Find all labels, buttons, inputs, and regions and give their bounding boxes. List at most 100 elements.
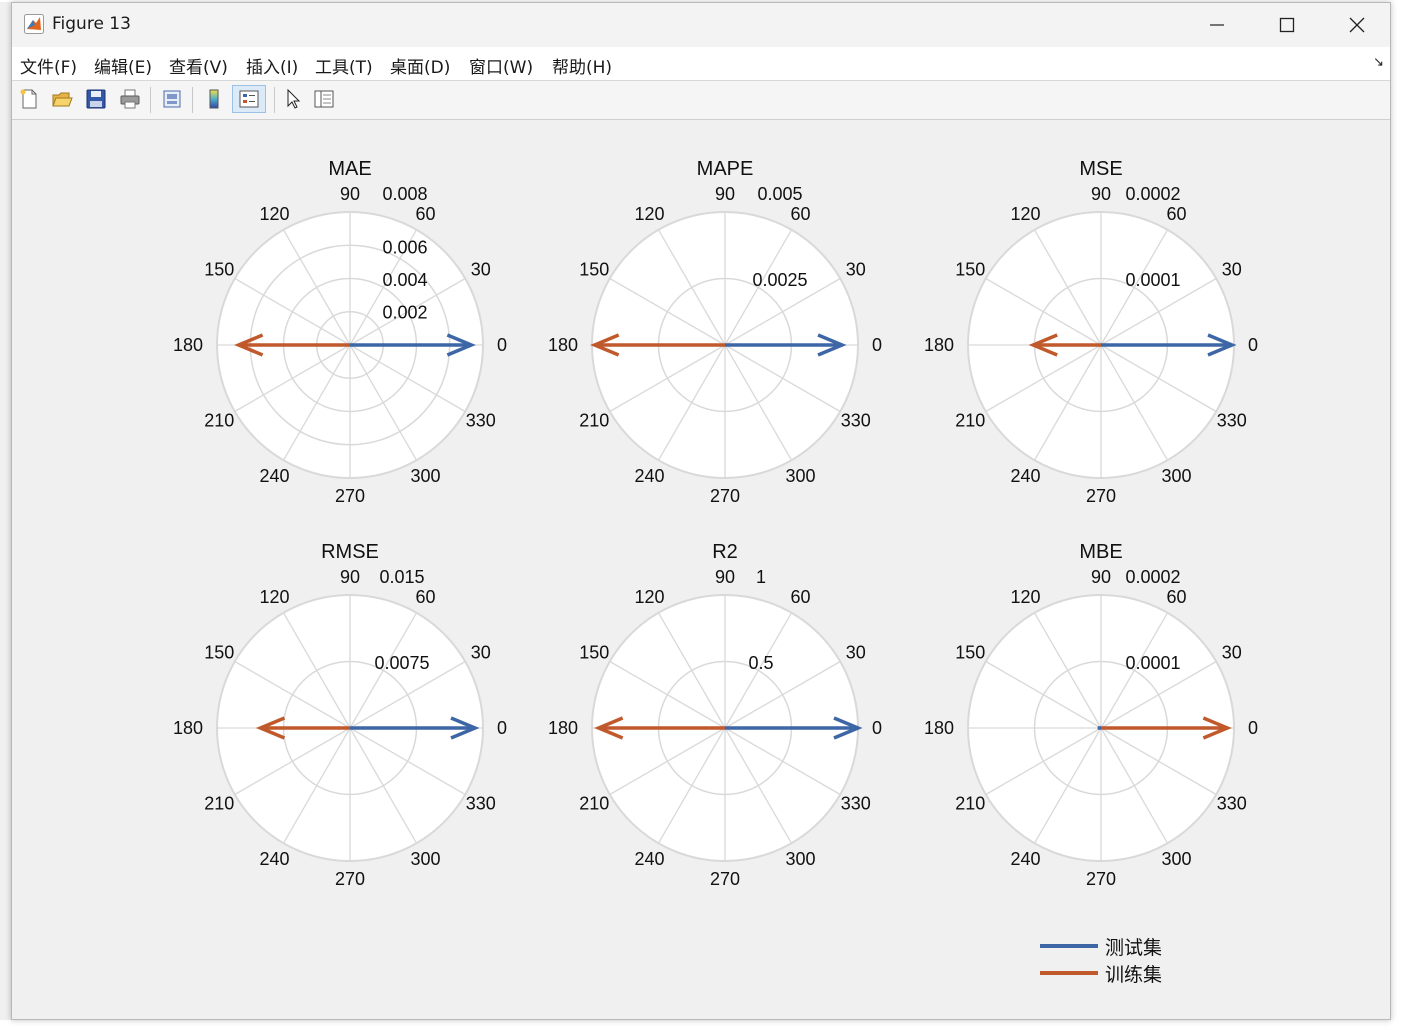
- radial-tick-label: 1: [756, 567, 766, 587]
- angle-tick-label: 0: [497, 718, 507, 738]
- radial-tick-label: 0.0075: [374, 653, 429, 673]
- radial-tick-label: 0.002: [382, 302, 427, 322]
- radial-tick-label: 0.004: [382, 270, 427, 290]
- open-file-icon: [52, 92, 73, 107]
- angle-tick-label: 210: [955, 411, 985, 431]
- angle-tick-label: 120: [259, 204, 289, 224]
- open-button[interactable]: [48, 85, 76, 113]
- angle-tick-label: 90: [715, 184, 735, 204]
- colorbar-icon: [209, 89, 219, 109]
- edit-plot-button[interactable]: [279, 85, 307, 113]
- angle-tick-label: 300: [785, 849, 815, 869]
- angle-tick-label: 270: [335, 869, 365, 889]
- legend: 测试集训练集: [1040, 937, 1162, 986]
- legend-icon: [239, 90, 259, 108]
- angle-tick-label: 270: [1086, 486, 1116, 506]
- angle-tick-label: 210: [955, 794, 985, 814]
- angle-tick-label: 330: [1217, 411, 1247, 431]
- angle-tick-label: 30: [471, 260, 491, 280]
- polar-plot-mbe: 0 30 60 90 120 150 180 210 240 270 300 330 0.0001 0.0…: [924, 541, 1258, 889]
- angle-tick-label: 0: [1248, 335, 1258, 355]
- chart-title: RMSE: [321, 541, 379, 563]
- radial-tick-label: 0.0001: [1125, 653, 1180, 673]
- save-button[interactable]: [82, 85, 110, 113]
- radial-tick-label: 0.0001: [1125, 270, 1180, 290]
- angle-tick-label: 0: [872, 718, 882, 738]
- print-preview-icon: [163, 90, 181, 108]
- angle-tick-label: 150: [955, 643, 985, 663]
- polar-plot-mape: 0 30 60 90 120 150 180 210 240 270 300 330 0.0025 0.0…: [548, 158, 882, 506]
- angle-tick-label: 330: [841, 411, 871, 431]
- chart-title: MAE: [328, 158, 371, 180]
- angle-tick-label: 240: [634, 849, 664, 869]
- angle-tick-label: 60: [415, 204, 435, 224]
- menu-window[interactable]: 窗口(W): [469, 53, 533, 78]
- menu-edit[interactable]: 编辑(E): [94, 53, 152, 78]
- angle-tick-label: 330: [841, 794, 871, 814]
- angle-tick-label: 120: [634, 587, 664, 607]
- new-figure-button[interactable]: [15, 85, 43, 113]
- print-preview-button[interactable]: [158, 85, 186, 113]
- pointer-icon: [287, 88, 301, 109]
- angle-tick-label: 300: [1161, 849, 1191, 869]
- angle-tick-label: 270: [710, 869, 740, 889]
- new-figure-icon: [20, 89, 37, 109]
- legend-label-test: 测试集: [1105, 937, 1162, 959]
- background-editor-strip: [1391, 0, 1401, 1030]
- figure-canvas: 03060901201501802102402703003300.0020.00…: [173, 158, 1258, 986]
- minimize-button[interactable]: [1182, 3, 1252, 47]
- print-button[interactable]: [116, 85, 144, 113]
- angle-tick-label: 60: [790, 204, 810, 224]
- chart-title: R2: [712, 541, 738, 563]
- menu-help[interactable]: 帮助(H): [552, 53, 612, 78]
- angle-tick-label: 240: [634, 466, 664, 486]
- angle-tick-label: 150: [579, 260, 609, 280]
- menu-tools[interactable]: 工具(T): [315, 53, 373, 78]
- menu-insert[interactable]: 插入(I): [246, 53, 298, 78]
- angle-tick-label: 150: [204, 643, 234, 663]
- angle-tick-label: 270: [335, 486, 365, 506]
- angle-tick-label: 180: [924, 335, 954, 355]
- close-button[interactable]: [1322, 3, 1392, 47]
- property-inspector-button[interactable]: [310, 85, 338, 113]
- angle-tick-label: 180: [173, 718, 203, 738]
- angle-tick-label: 90: [340, 184, 360, 204]
- menu-desktop[interactable]: 桌面(D): [390, 53, 450, 78]
- angle-tick-label: 0: [872, 335, 882, 355]
- angle-tick-label: 210: [204, 794, 234, 814]
- angle-tick-label: 210: [204, 411, 234, 431]
- matlab-logo-icon: [24, 14, 44, 34]
- radial-tick-label: 0.5: [748, 653, 773, 673]
- close-icon: [1349, 17, 1365, 33]
- angle-tick-label: 30: [846, 643, 866, 663]
- background-editor-strip: [0, 1020, 1401, 1030]
- legend-button[interactable]: [232, 85, 266, 113]
- maximize-button[interactable]: [1252, 3, 1322, 47]
- angle-tick-label: 300: [410, 849, 440, 869]
- title-bar[interactable]: Figure 13: [12, 3, 1390, 47]
- angle-tick-label: 300: [410, 466, 440, 486]
- angle-tick-label: 300: [1161, 466, 1191, 486]
- angle-tick-label: 270: [1086, 869, 1116, 889]
- toolbar: [12, 81, 1390, 120]
- menu-file[interactable]: 文件(F): [20, 53, 77, 78]
- radial-tick-label: 0.008: [382, 184, 427, 204]
- colorbar-button[interactable]: [200, 85, 228, 113]
- angle-tick-label: 90: [340, 567, 360, 587]
- angle-tick-label: 210: [579, 411, 609, 431]
- save-icon: [86, 89, 106, 109]
- angle-tick-label: 180: [924, 718, 954, 738]
- property-inspector-icon: [314, 90, 334, 108]
- angle-tick-label: 120: [634, 204, 664, 224]
- angle-tick-label: 60: [790, 587, 810, 607]
- radial-tick-label: 0.0002: [1125, 567, 1180, 587]
- radial-tick-label: 0.0025: [752, 270, 807, 290]
- menu-view[interactable]: 查看(V): [169, 53, 228, 78]
- angle-tick-label: 180: [173, 335, 203, 355]
- angle-tick-label: 240: [259, 849, 289, 869]
- dock-arrow-icon[interactable]: ↘: [1373, 55, 1384, 70]
- radial-tick-label: 0.0002: [1125, 184, 1180, 204]
- angle-tick-label: 240: [1010, 466, 1040, 486]
- legend-label-train: 训练集: [1105, 964, 1162, 986]
- angle-tick-label: 120: [1010, 204, 1040, 224]
